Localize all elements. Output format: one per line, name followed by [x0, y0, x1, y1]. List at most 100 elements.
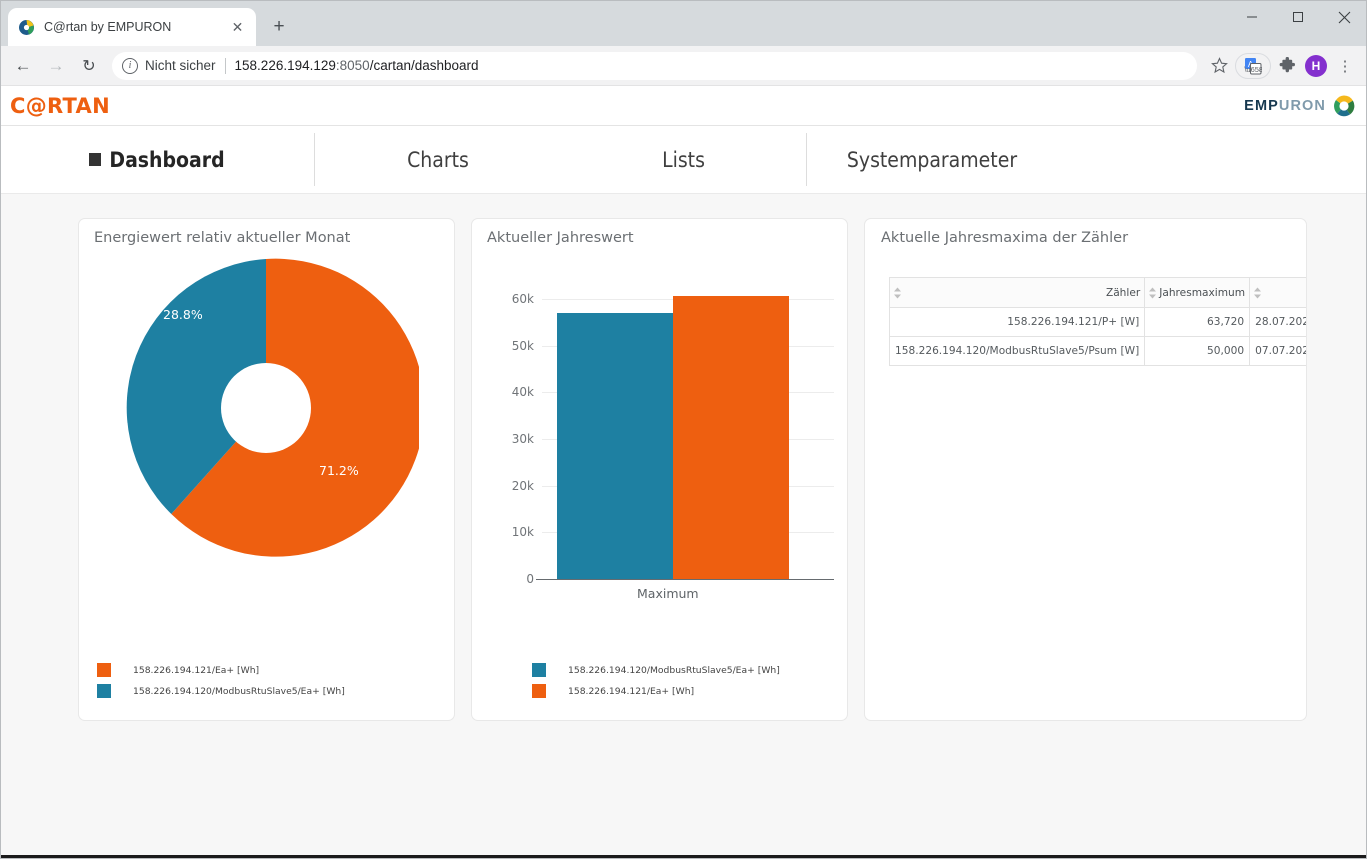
browser-toolbar: ← → ↻ i Nicht sicher 158.226.194.129:805… — [0, 46, 1367, 86]
donut-legend: 158.226.194.121/Ea+ [Wh] 158.226.194.120… — [79, 663, 454, 698]
donut-chart: 28.8% 71.2% — [113, 255, 425, 561]
table-header-jahresmaximum[interactable]: Jahresmaximum — [1144, 277, 1251, 308]
cartan-favicon — [18, 19, 35, 36]
vendor-branding: EMPURON — [1244, 95, 1355, 117]
page-viewport: C@RTAN EMPURON Dashboard Charts Lists Sy… — [0, 86, 1367, 859]
url-text: 158.226.194.129:8050/cartan/dashboard — [235, 58, 479, 73]
url-port: :8050 — [335, 58, 370, 73]
ytick-label: 30k — [511, 432, 534, 446]
window-controls — [1229, 0, 1367, 34]
extensions-puzzle-icon[interactable] — [1273, 52, 1301, 80]
legend-item[interactable]: 158.226.194.120/ModbusRtuSlave5/Ea+ [Wh] — [79, 684, 454, 698]
tab-charts[interactable]: Charts — [315, 126, 561, 193]
window-close-icon[interactable] — [1321, 0, 1367, 34]
legend-label: 158.226.194.121/Ea+ [Wh] — [568, 685, 695, 697]
donut-label-orange: 71.2% — [319, 463, 359, 478]
ytick-label: 50k — [511, 338, 534, 353]
ytick-label: 20k — [511, 478, 534, 493]
sort-icon[interactable] — [893, 286, 902, 299]
os-taskbar — [0, 855, 1367, 859]
bar-orange[interactable] — [673, 296, 789, 579]
tab-dashboard[interactable]: Dashboard — [0, 126, 314, 193]
cell-jahresmaximum: 50,000 — [1144, 336, 1251, 366]
sort-icon[interactable] — [1253, 286, 1262, 299]
bar-chart: 60k 50k 40k 30k 20k 10k 0 Maximum — [486, 259, 836, 601]
legend-swatch-orange — [532, 684, 546, 698]
toolbar-icons: A \u6587 H ⋮ — [1205, 52, 1359, 80]
url-path: /cartan/dashboard — [369, 58, 479, 73]
xtick-label: Maximum — [637, 586, 699, 601]
translate-icon[interactable]: A \u6587 — [1239, 52, 1267, 80]
bar-teal[interactable] — [557, 313, 673, 579]
cell-datum: 28.07.2020 11:45 — [1249, 307, 1306, 337]
security-status: Nicht sicher — [145, 58, 216, 73]
card-energiewert: Energiewert relativ aktueller Monat 28.8… — [78, 218, 455, 721]
info-icon[interactable]: i — [122, 57, 138, 74]
cell-jahresmaximum: 63,720 — [1144, 307, 1251, 337]
browser-tab[interactable]: C@rtan by EMPURON ✕ — [8, 8, 256, 46]
legend-swatch-teal — [532, 663, 546, 677]
browser-titlebar: C@rtan by EMPURON ✕ + — [0, 0, 1367, 46]
app-header: C@RTAN EMPURON — [0, 86, 1367, 126]
translate-button[interactable]: A \u6587 — [1235, 52, 1271, 80]
bar-legend: 158.226.194.120/ModbusRtuSlave5/Ea+ [Wh]… — [472, 663, 847, 698]
reload-icon[interactable]: ↻ — [74, 51, 104, 81]
address-bar[interactable]: i Nicht sicher 158.226.194.129:8050/cart… — [112, 51, 1197, 80]
minimize-icon[interactable] — [1229, 0, 1275, 34]
card-jahresmaxima: Aktuelle Jahresmaxima der Zähler Zähler — [864, 218, 1307, 721]
dashboard-cards: Energiewert relativ aktueller Monat 28.8… — [0, 194, 1367, 721]
browser-tab-title: C@rtan by EMPURON — [44, 20, 172, 34]
profile-avatar[interactable]: H — [1305, 54, 1327, 77]
tab-systemparameter-label: Systemparameter — [846, 147, 1018, 172]
cell-datum: 07.07.2020 10:45 — [1249, 336, 1306, 366]
table-header-zaehler-label: Zähler — [1105, 286, 1141, 299]
ytick-label: 60k — [511, 292, 534, 306]
tab-systemparameter[interactable]: Systemparameter — [807, 126, 1057, 193]
legend-item[interactable]: 158.226.194.121/Ea+ [Wh] — [472, 684, 847, 698]
new-tab-button[interactable]: + — [264, 12, 294, 42]
x-axis-line — [536, 579, 834, 581]
url-host: 158.226.194.129 — [234, 58, 336, 73]
bookmark-star-icon[interactable] — [1205, 52, 1233, 80]
close-icon[interactable]: ✕ — [229, 19, 246, 36]
browser-window: C@rtan by EMPURON ✕ + ← → ↻ i Nicht sich… — [0, 0, 1367, 859]
table-header-datum[interactable]: Datum — [1249, 277, 1306, 308]
card-jahreswert: Aktueller Jahreswert 60k 50k 40k 30k 20k… — [471, 218, 848, 721]
cell-zaehler: 158.226.194.121/P+ [W] — [888, 307, 1146, 337]
table-row[interactable]: 158.226.194.120/ModbusRtuSlave5/Psum [W]… — [888, 336, 1306, 366]
table-row[interactable]: 158.226.194.121/P+ [W] 63,720 28.07.2020… — [888, 307, 1306, 337]
table-body: 158.226.194.121/P+ [W] 63,720 28.07.2020… — [888, 307, 1306, 366]
tab-dashboard-label: Dashboard — [109, 147, 225, 172]
legend-label: 158.226.194.120/ModbusRtuSlave5/Ea+ [Wh] — [133, 685, 345, 697]
jahresmaxima-table: Zähler Jahresmaximum 158.226.194.121/P+ … — [888, 277, 1306, 366]
ytick-label: 0 — [526, 572, 534, 586]
donut-label-teal: 28.8% — [163, 307, 203, 322]
legend-item[interactable]: 158.226.194.121/Ea+ [Wh] — [79, 663, 454, 677]
forward-icon[interactable]: → — [41, 51, 71, 81]
table-header-row: Zähler Jahresmaximum — [888, 277, 1306, 308]
ytick-label: 10k — [511, 525, 534, 540]
tab-lists-label: Lists — [662, 147, 705, 172]
empuron-donut-logo — [1333, 95, 1355, 117]
card-title-bars: Aktueller Jahreswert — [487, 230, 634, 246]
vendor-name-light: URON — [1278, 97, 1326, 114]
tab-charts-label: Charts — [407, 147, 469, 172]
active-tab-marker-icon — [89, 153, 102, 166]
main-navigation: Dashboard Charts Lists Systemparameter — [0, 126, 1367, 194]
legend-swatch-orange — [97, 663, 111, 677]
maximize-icon[interactable] — [1275, 0, 1321, 34]
sort-icon[interactable] — [1148, 286, 1157, 299]
table-header-zaehler[interactable]: Zähler — [888, 277, 1146, 308]
tab-lists[interactable]: Lists — [561, 126, 806, 193]
table-head: Zähler Jahresmaximum — [888, 277, 1306, 308]
back-icon[interactable]: ← — [8, 51, 38, 81]
svg-text:\u6587: \u6587 — [1244, 65, 1262, 74]
browser-menu-icon[interactable]: ⋮ — [1331, 52, 1359, 80]
legend-swatch-teal — [97, 684, 111, 698]
legend-item[interactable]: 158.226.194.120/ModbusRtuSlave5/Ea+ [Wh] — [472, 663, 847, 677]
table-header-jahresmaximum-label: Jahresmaximum — [1159, 286, 1246, 299]
omnibox-divider — [224, 57, 226, 74]
legend-label: 158.226.194.120/ModbusRtuSlave5/Ea+ [Wh] — [568, 664, 780, 676]
ytick-label: 40k — [511, 385, 534, 400]
app-brand-logo[interactable]: C@RTAN — [10, 94, 110, 118]
